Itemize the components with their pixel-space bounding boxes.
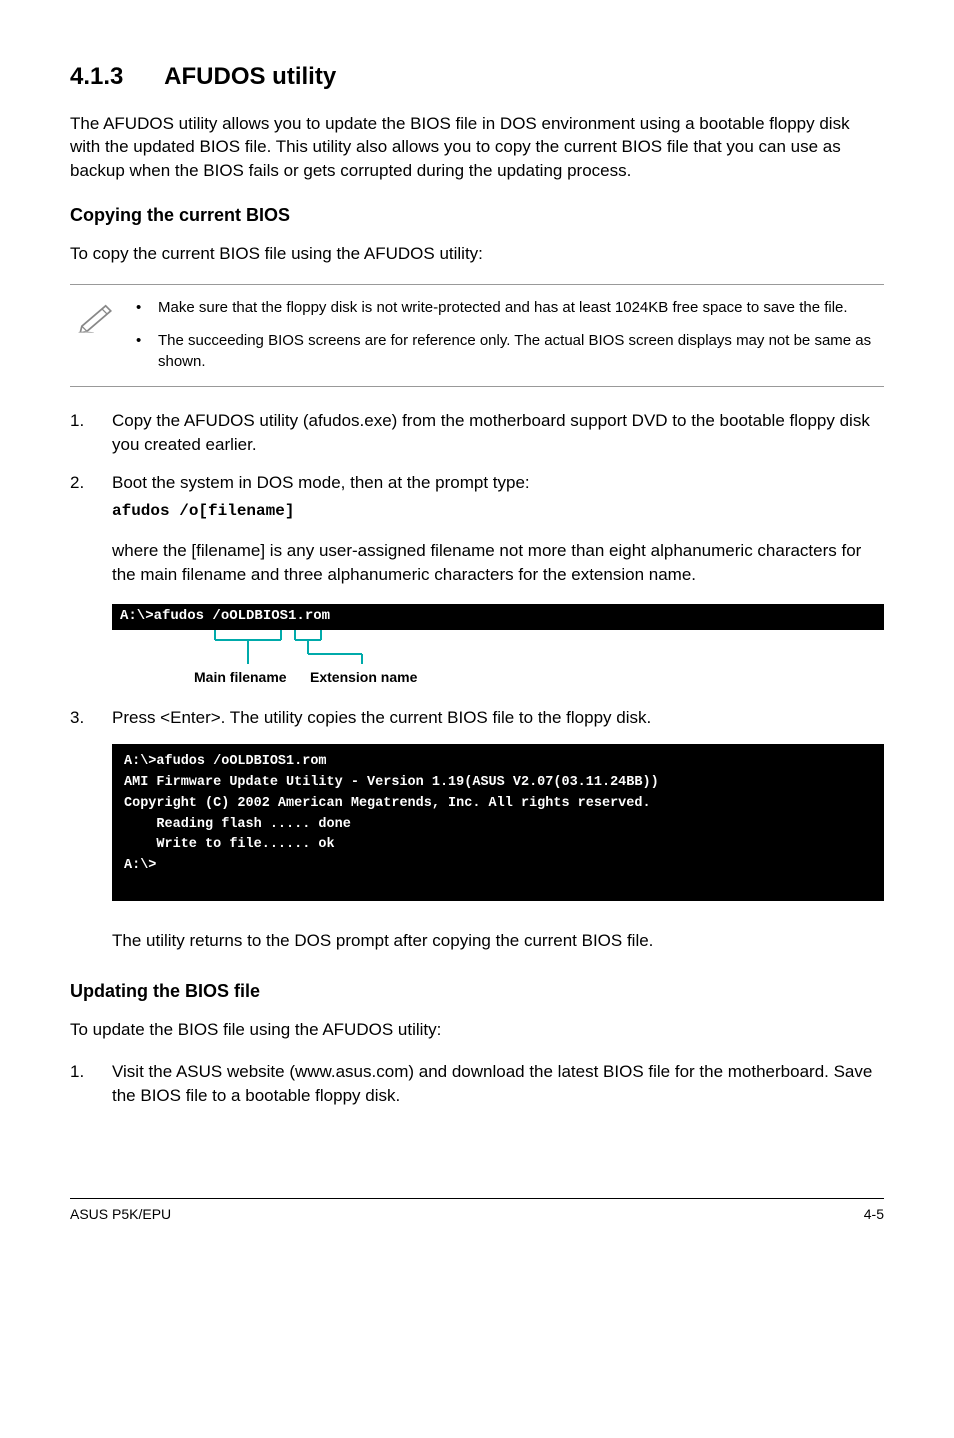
- bullet-icon: •: [130, 297, 158, 318]
- updating-heading: Updating the BIOS file: [70, 979, 884, 1004]
- step-text: Press <Enter>. The utility copies the cu…: [112, 708, 651, 727]
- diagram-label-main: Main filename: [194, 668, 287, 688]
- section-title: AFUDOS utility: [164, 63, 336, 90]
- note-block: • Make sure that the floppy disk is not …: [70, 284, 884, 387]
- footer-right: 4-5: [864, 1205, 884, 1225]
- page-footer: ASUS P5K/EPU 4-5: [70, 1198, 884, 1225]
- step-subtext: where the [filename] is any user-assigne…: [112, 539, 884, 587]
- pencil-note-icon: [70, 297, 130, 339]
- step-number: 2.: [70, 471, 112, 587]
- copying-outro: The utility returns to the DOS prompt af…: [112, 929, 884, 953]
- command-bar: A:\>afudos /oOLDBIOS1.rom: [112, 604, 884, 630]
- copying-heading: Copying the current BIOS: [70, 203, 884, 228]
- copying-lead: To copy the current BIOS file using the …: [70, 242, 884, 266]
- list-item: 2. Boot the system in DOS mode, then at …: [70, 471, 884, 587]
- step-number: 3.: [70, 706, 112, 730]
- updating-lead: To update the BIOS file using the AFUDOS…: [70, 1018, 884, 1042]
- note-item: • Make sure that the floppy disk is not …: [130, 297, 884, 318]
- note-item: • The succeeding BIOS screens are for re…: [130, 330, 884, 372]
- list-item: 1. Copy the AFUDOS utility (afudos.exe) …: [70, 409, 884, 457]
- section-heading: 4.1.3 AFUDOS utility: [70, 60, 884, 94]
- step-text: Visit the ASUS website (www.asus.com) an…: [112, 1062, 872, 1105]
- copying-steps: 1. Copy the AFUDOS utility (afudos.exe) …: [70, 409, 884, 586]
- step-number: 1.: [70, 1060, 112, 1108]
- footer-left: ASUS P5K/EPU: [70, 1205, 171, 1225]
- code-command: afudos /o[filename]: [112, 500, 884, 522]
- updating-steps: 1. Visit the ASUS website (www.asus.com)…: [70, 1060, 884, 1108]
- step-text: Boot the system in DOS mode, then at the…: [112, 473, 530, 492]
- terminal-output: A:\>afudos /oOLDBIOS1.rom AMI Firmware U…: [112, 744, 884, 902]
- step-number: 1.: [70, 409, 112, 457]
- diagram-label-extension: Extension name: [310, 668, 417, 688]
- copying-steps-continued: 3. Press <Enter>. The utility copies the…: [70, 706, 884, 730]
- note-items: • Make sure that the floppy disk is not …: [130, 297, 884, 372]
- filename-diagram: A:\>afudos /oOLDBIOS1.rom Main filename …: [112, 604, 884, 688]
- note-text: The succeeding BIOS screens are for refe…: [158, 330, 884, 372]
- step-text: Copy the AFUDOS utility (afudos.exe) fro…: [112, 411, 870, 454]
- bullet-icon: •: [130, 330, 158, 372]
- section-number: 4.1.3: [70, 60, 123, 94]
- list-item: 3. Press <Enter>. The utility copies the…: [70, 706, 884, 730]
- list-item: 1. Visit the ASUS website (www.asus.com)…: [70, 1060, 884, 1108]
- intro-paragraph: The AFUDOS utility allows you to update …: [70, 112, 884, 183]
- note-text: Make sure that the floppy disk is not wr…: [158, 297, 884, 318]
